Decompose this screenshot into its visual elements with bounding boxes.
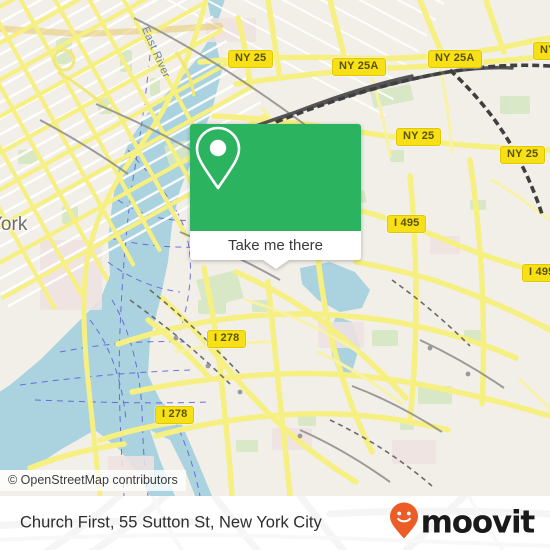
callout-tail — [262, 260, 289, 269]
take-me-there-button[interactable]: Take me there — [190, 231, 361, 269]
moovit-wordmark: moovit — [420, 504, 536, 541]
road-shield[interactable]: I 495 — [522, 264, 550, 282]
map-place-label-new-york: York — [0, 214, 28, 235]
map-marker-callout[interactable]: Take me there — [190, 124, 361, 269]
road-shield[interactable]: NY 25A — [428, 50, 482, 68]
osm-attribution[interactable]: © OpenStreetMap contributors — [0, 470, 186, 491]
road-shield[interactable]: I 495 — [387, 215, 427, 233]
road-shield[interactable]: NY 25 — [500, 146, 546, 164]
road-shield[interactable]: NY 25 — [228, 50, 274, 68]
road-shield[interactable]: NY — [533, 42, 550, 60]
map-canvas[interactable]: York East River NY 25 NY 25A NY 25A NY N… — [0, 0, 550, 496]
road-shield[interactable]: NY 25 — [396, 128, 442, 146]
road-shield[interactable]: NY 25A — [332, 58, 386, 76]
take-me-there-label: Take me there — [227, 237, 324, 254]
location-title: Church First, 55 Sutton St, New York Cit… — [20, 513, 322, 532]
moovit-smiling-pin-icon — [389, 502, 419, 545]
road-shield[interactable]: I 278 — [207, 330, 247, 348]
road-shield[interactable]: I 278 — [155, 406, 195, 424]
map-screenshot: York East River NY 25 NY 25A NY 25A NY N… — [0, 0, 550, 550]
moovit-brand[interactable]: moovit — [389, 502, 536, 545]
footer-bar: Church First, 55 Sutton St, New York Cit… — [0, 496, 550, 550]
callout-pin-panel — [190, 124, 361, 231]
